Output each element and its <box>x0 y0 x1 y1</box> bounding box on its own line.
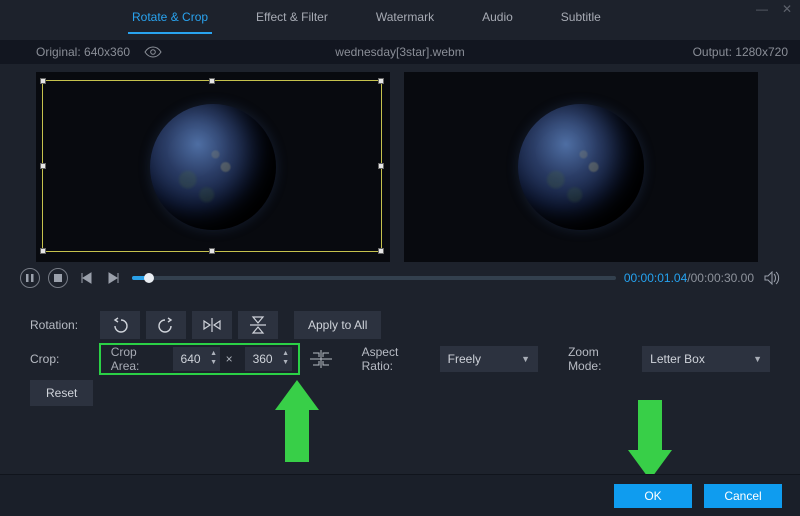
reset-button[interactable]: Reset <box>30 380 93 406</box>
annotation-arrow-down <box>638 400 672 480</box>
tab-rotate-crop[interactable]: Rotate & Crop <box>128 10 212 34</box>
crop-handle[interactable] <box>40 163 46 169</box>
source-preview[interactable] <box>36 72 390 262</box>
spin-up-icon[interactable]: ▲ <box>282 349 290 357</box>
flip-horizontal-button[interactable] <box>192 311 232 339</box>
crop-area-highlight: Crop Area: 640 ▲▼ × 360 ▲▼ <box>99 343 300 375</box>
prev-frame-button[interactable] <box>76 268 96 288</box>
aspect-ratio-dropdown[interactable]: Freely ▼ <box>440 346 538 372</box>
crop-area-label: Crop Area: <box>111 345 167 373</box>
tab-subtitle[interactable]: Subtitle <box>557 10 605 34</box>
rotate-left-button[interactable] <box>100 311 140 339</box>
spin-down-icon[interactable]: ▼ <box>282 358 290 366</box>
tab-audio[interactable]: Audio <box>478 10 517 34</box>
video-frame-image <box>518 104 644 230</box>
footer-bar: OK Cancel <box>0 474 800 516</box>
minimize-button[interactable]: — <box>756 2 768 16</box>
rotate-right-button[interactable] <box>146 311 186 339</box>
aspect-ratio-value: Freely <box>448 352 481 366</box>
info-bar: Original: 640x360 wednesday[3star].webm … <box>0 40 800 64</box>
crop-width-value: 640 <box>181 352 201 366</box>
crop-height-value: 360 <box>253 352 273 366</box>
duration-time: /00:00:30.00 <box>687 271 754 285</box>
zoom-mode-label: Zoom Mode: <box>568 345 634 373</box>
aspect-ratio-label: Aspect Ratio: <box>362 345 432 373</box>
stop-button[interactable] <box>48 268 68 288</box>
crop-handle[interactable] <box>209 78 215 84</box>
ok-button[interactable]: OK <box>614 484 692 508</box>
next-frame-button[interactable] <box>104 268 124 288</box>
times-symbol: × <box>226 352 233 366</box>
original-size-label: Original: 640x360 <box>36 45 130 59</box>
crop-handle[interactable] <box>378 163 384 169</box>
zoom-mode-value: Letter Box <box>650 352 705 366</box>
chevron-down-icon: ▼ <box>521 354 530 364</box>
play-pause-button[interactable] <box>20 268 40 288</box>
crop-handle[interactable] <box>40 248 46 254</box>
cancel-button[interactable]: Cancel <box>704 484 782 508</box>
crop-center-button[interactable] <box>310 350 332 368</box>
crop-width-input[interactable]: 640 ▲▼ <box>173 347 220 371</box>
crop-handle[interactable] <box>209 248 215 254</box>
seek-knob[interactable] <box>144 273 154 283</box>
filename-label: wednesday[3star].webm <box>335 45 464 59</box>
tab-effect-filter[interactable]: Effect & Filter <box>252 10 332 34</box>
crop-handle[interactable] <box>378 78 384 84</box>
flip-vertical-button[interactable] <box>238 311 278 339</box>
output-preview <box>404 72 758 262</box>
preview-eye-icon[interactable] <box>144 46 162 58</box>
annotation-arrow-up <box>285 380 319 462</box>
tab-watermark[interactable]: Watermark <box>372 10 438 34</box>
time-display: 00:00:01.04/00:00:30.00 <box>624 271 754 285</box>
crop-rectangle[interactable] <box>42 80 382 252</box>
crop-label: Crop: <box>30 352 99 366</box>
chevron-down-icon: ▼ <box>753 354 762 364</box>
crop-handle[interactable] <box>378 248 384 254</box>
crop-height-input[interactable]: 360 ▲▼ <box>245 347 292 371</box>
crop-handle[interactable] <box>40 78 46 84</box>
close-button[interactable]: ✕ <box>782 2 792 16</box>
editor-tabs: Rotate & Crop Effect & Filter Watermark … <box>0 0 800 34</box>
spin-down-icon[interactable]: ▼ <box>210 358 218 366</box>
playback-bar: 00:00:01.04/00:00:30.00 <box>0 262 800 288</box>
spin-up-icon[interactable]: ▲ <box>210 349 218 357</box>
zoom-mode-dropdown[interactable]: Letter Box ▼ <box>642 346 770 372</box>
volume-icon[interactable] <box>762 268 782 288</box>
output-size-label: Output: 1280x720 <box>693 45 788 59</box>
apply-all-button[interactable]: Apply to All <box>294 311 381 339</box>
current-time: 00:00:01.04 <box>624 271 687 285</box>
rotation-label: Rotation: <box>30 318 100 332</box>
seek-slider[interactable] <box>132 276 616 280</box>
